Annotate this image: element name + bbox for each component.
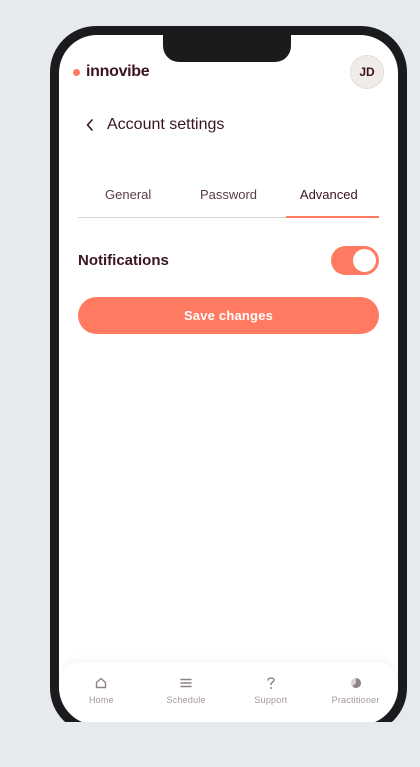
save-changes-button[interactable]: Save changes — [78, 297, 379, 334]
brand-dot-icon — [73, 68, 80, 76]
bottom-navigation: Home Schedule Support Practitioner — [59, 662, 398, 725]
tab-advanced[interactable]: Advanced — [279, 184, 380, 218]
nav-label-practitioner: Practitioner — [331, 695, 380, 705]
avatar[interactable]: JD — [350, 55, 384, 89]
page-header: Account settings — [83, 115, 224, 135]
nav-item-schedule[interactable]: Schedule — [144, 662, 229, 725]
page-title: Account settings — [107, 116, 225, 133]
pie-icon — [348, 675, 364, 691]
nav-item-support[interactable]: Support — [229, 662, 314, 725]
toggle-knob — [353, 248, 376, 272]
notifications-label: Notifications — [78, 251, 169, 269]
notifications-setting: Notifications — [78, 245, 379, 275]
app-screen: innovibe JD Account settings General Pas… — [59, 35, 398, 725]
page-footer-area — [0, 722, 420, 767]
phone-frame: innovibe JD Account settings General Pas… — [50, 26, 407, 734]
nav-item-practitioner[interactable]: Practitioner — [313, 662, 398, 725]
brand-logo: innovibe — [73, 63, 150, 81]
settings-tabs: General Password Advanced — [78, 184, 380, 218]
back-button[interactable] — [83, 115, 97, 135]
tab-general[interactable]: General — [78, 184, 178, 217]
nav-item-home[interactable]: Home — [59, 662, 144, 725]
tab-password[interactable]: Password — [178, 184, 278, 217]
nav-label-schedule: Schedule — [166, 695, 206, 705]
chevron-left-icon — [86, 119, 93, 131]
phone-notch — [163, 35, 291, 62]
list-icon — [178, 675, 194, 691]
nav-label-support: Support — [254, 695, 288, 705]
home-icon — [93, 675, 109, 691]
question-icon — [263, 675, 279, 691]
nav-label-home: Home — [88, 695, 114, 705]
notifications-toggle[interactable] — [331, 245, 379, 275]
page-background: innovibe JD Account settings General Pas… — [0, 0, 420, 767]
brand-name: innovibe — [86, 63, 150, 80]
